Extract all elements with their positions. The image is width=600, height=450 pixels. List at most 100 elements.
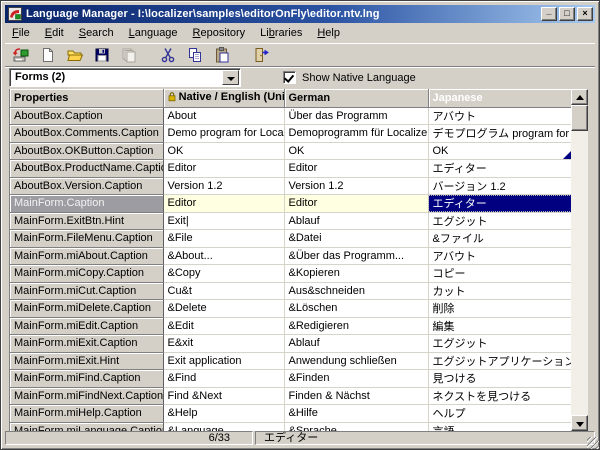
- german-cell[interactable]: OK: [284, 142, 428, 160]
- native-cell[interactable]: OK: [163, 142, 284, 160]
- native-cell[interactable]: Version 1.2: [163, 177, 284, 195]
- japanese-cell[interactable]: エグジット: [428, 212, 571, 230]
- native-cell[interactable]: Exit application: [163, 352, 284, 370]
- open-button[interactable]: [63, 45, 87, 66]
- japanese-cell[interactable]: 見つける: [428, 370, 571, 388]
- japanese-cell[interactable]: エディター: [428, 195, 571, 213]
- japanese-cell[interactable]: エディター: [428, 160, 571, 178]
- menu-search[interactable]: Search: [72, 25, 122, 41]
- german-cell[interactable]: Editor: [284, 160, 428, 178]
- japanese-cell[interactable]: デモプログラム program for Lo: [428, 125, 571, 143]
- native-cell[interactable]: &File: [163, 230, 284, 248]
- update-project-button[interactable]: [9, 45, 33, 66]
- close-button[interactable]: ×: [577, 7, 593, 21]
- minimize-button[interactable]: _: [541, 7, 557, 21]
- native-cell[interactable]: Cu&t: [163, 282, 284, 300]
- japanese-cell[interactable]: エグジット: [428, 335, 571, 353]
- german-cell[interactable]: Finden & Nächst: [284, 387, 428, 405]
- property-cell[interactable]: AboutBox.ProductName.Caption: [10, 160, 163, 178]
- property-cell[interactable]: MainForm.miCopy.Caption: [10, 265, 163, 283]
- property-cell[interactable]: MainForm.miEdit.Caption: [10, 317, 163, 335]
- save-button[interactable]: [90, 45, 114, 66]
- native-cell[interactable]: Editor: [163, 195, 284, 213]
- japanese-cell[interactable]: コピー: [428, 265, 571, 283]
- german-cell[interactable]: Editor: [284, 195, 428, 213]
- native-cell[interactable]: About: [163, 107, 284, 125]
- native-cell[interactable]: Demo program for Localize: [163, 125, 284, 143]
- property-cell[interactable]: MainForm.miExit.Hint: [10, 352, 163, 370]
- native-cell[interactable]: Editor: [163, 160, 284, 178]
- scroll-down-button[interactable]: [571, 415, 588, 431]
- column-header-properties[interactable]: Properties: [10, 89, 163, 107]
- japanese-cell[interactable]: カット: [428, 282, 571, 300]
- resize-grip[interactable]: [587, 437, 599, 449]
- combobox-dropdown-button[interactable]: [222, 70, 239, 85]
- german-cell[interactable]: &Datei: [284, 230, 428, 248]
- property-cell[interactable]: MainForm.miExit.Caption: [10, 335, 163, 353]
- exit-button[interactable]: [249, 45, 273, 66]
- native-cell[interactable]: &Delete: [163, 300, 284, 318]
- german-cell[interactable]: &Über das Programm...: [284, 247, 428, 265]
- menu-libraries[interactable]: Libraries: [253, 25, 310, 41]
- copy-button[interactable]: [183, 45, 207, 66]
- japanese-cell[interactable]: ヘルプ: [428, 405, 571, 423]
- native-cell[interactable]: Find &Next: [163, 387, 284, 405]
- japanese-cell[interactable]: アバウト: [428, 107, 571, 125]
- native-cell[interactable]: &About...: [163, 247, 284, 265]
- japanese-cell[interactable]: エグジットアプリケーション: [428, 352, 571, 370]
- property-cell[interactable]: AboutBox.Caption: [10, 107, 163, 125]
- german-cell[interactable]: Ablauf: [284, 335, 428, 353]
- forms-combobox[interactable]: Forms (2): [9, 68, 241, 87]
- german-cell[interactable]: Über das Programm: [284, 107, 428, 125]
- copies-button[interactable]: [117, 45, 141, 66]
- cut-button[interactable]: [156, 45, 180, 66]
- german-cell[interactable]: Version 1.2: [284, 177, 428, 195]
- japanese-cell[interactable]: 編集: [428, 317, 571, 335]
- german-cell[interactable]: &Finden: [284, 370, 428, 388]
- native-cell[interactable]: Exit|: [163, 212, 284, 230]
- show-native-label[interactable]: Show Native Language: [302, 72, 416, 84]
- title-bar[interactable]: Language Manager - I:\localizer\samples\…: [5, 5, 595, 23]
- german-cell[interactable]: Aus&schneiden: [284, 282, 428, 300]
- menu-help[interactable]: Help: [310, 25, 348, 41]
- property-cell[interactable]: MainForm.miDelete.Caption: [10, 300, 163, 318]
- column-header-german[interactable]: German: [284, 89, 428, 107]
- german-cell[interactable]: &Hilfe: [284, 405, 428, 423]
- property-cell[interactable]: AboutBox.Version.Caption: [10, 177, 163, 195]
- german-cell[interactable]: Demoprogramm für Localizer: [284, 125, 428, 143]
- new-button[interactable]: [36, 45, 60, 66]
- japanese-cell[interactable]: OK: [428, 142, 571, 160]
- menu-language[interactable]: Language: [122, 25, 186, 41]
- native-cell[interactable]: &Copy: [163, 265, 284, 283]
- property-cell[interactable]: MainForm.miFindNext.Caption: [10, 387, 163, 405]
- menu-edit[interactable]: Edit: [38, 25, 72, 41]
- japanese-cell[interactable]: バージョン 1.2: [428, 177, 571, 195]
- property-cell[interactable]: AboutBox.OKButton.Caption: [10, 142, 163, 160]
- scroll-up-button[interactable]: [571, 89, 588, 105]
- german-cell[interactable]: Ablauf: [284, 212, 428, 230]
- property-cell[interactable]: MainForm.miAbout.Caption: [10, 247, 163, 265]
- german-cell[interactable]: &Kopieren: [284, 265, 428, 283]
- column-header-native[interactable]: Native / English (Unite: [163, 89, 284, 107]
- native-cell[interactable]: &Find: [163, 370, 284, 388]
- property-cell[interactable]: AboutBox.Comments.Caption: [10, 125, 163, 143]
- property-cell[interactable]: MainForm.miHelp.Caption: [10, 405, 163, 423]
- column-header-japanese[interactable]: Japanese: [428, 89, 571, 107]
- maximize-button[interactable]: □: [559, 7, 575, 21]
- german-cell[interactable]: &Sprache: [284, 422, 428, 431]
- menu-file[interactable]: File: [5, 25, 38, 41]
- property-cell[interactable]: MainForm.miLanguage.Caption: [10, 422, 163, 431]
- german-cell[interactable]: &Löschen: [284, 300, 428, 318]
- show-native-checkbox[interactable]: [283, 71, 296, 84]
- property-cell[interactable]: MainForm.miCut.Caption: [10, 282, 163, 300]
- paste-button[interactable]: [210, 45, 234, 66]
- native-cell[interactable]: &Help: [163, 405, 284, 423]
- property-cell[interactable]: MainForm.FileMenu.Caption: [10, 230, 163, 248]
- native-cell[interactable]: &Language: [163, 422, 284, 431]
- vertical-scrollbar[interactable]: [571, 89, 588, 431]
- native-cell[interactable]: E&xit: [163, 335, 284, 353]
- german-cell[interactable]: Anwendung schließen: [284, 352, 428, 370]
- japanese-cell[interactable]: アバウト: [428, 247, 571, 265]
- native-cell[interactable]: &Edit: [163, 317, 284, 335]
- japanese-cell[interactable]: 削除: [428, 300, 571, 318]
